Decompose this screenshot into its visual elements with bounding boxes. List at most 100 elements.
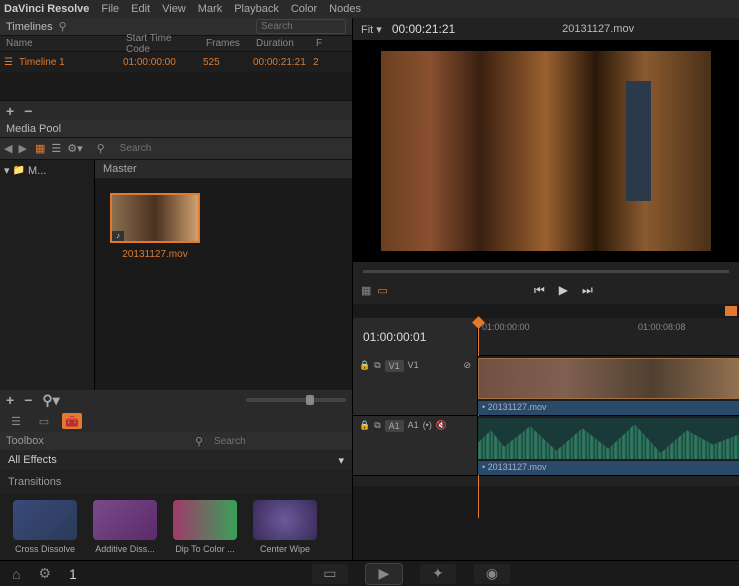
menu-color[interactable]: Color [291,3,317,15]
video-track-header[interactable]: 🔒 ⧉ V1 V1 ⊘ [353,356,478,415]
col-frames[interactable]: Frames [200,38,250,49]
timelines-columns: Name Start Time Code Frames Duration F [0,36,352,52]
menu-nodes[interactable]: Nodes [329,3,361,15]
timeline-area: 01:00:00:01 01:00:00:00 01:00:08:08 🔒 ⧉ … [353,318,739,560]
viewer-scrubber[interactable] [353,262,739,276]
nav-forward-icon[interactable]: ▶ [18,142,26,155]
track-badge[interactable]: V1 [385,360,404,372]
audio-clip[interactable] [478,418,739,459]
zoom-slider[interactable] [246,398,346,402]
timeline-icon: ☰ [4,57,13,68]
film-icon[interactable]: ▭ [377,284,387,297]
next-clip-button[interactable]: ⏭ [582,283,593,298]
search-icon: ⚲ [59,20,67,33]
transitions-grid: Cross Dissolve Additive Diss... Dip To C… [0,494,352,560]
mediapool-toolbar: ◀ ▶ ▦ ☰ ⚙▾ ⚲ [0,138,352,160]
timeline-zoom-bar[interactable] [353,304,739,318]
transition-item[interactable]: Center Wipe [250,500,320,554]
mute-icon[interactable]: 🔇 [436,420,447,431]
track-label: V1 [408,360,419,370]
toolbox-tab-icon[interactable]: 🧰 [62,413,82,429]
viewer-header: Fit ▾ 00:00:21:21 20131127.mov [353,18,739,40]
mediapool-search-input[interactable] [116,141,348,156]
ruler-tick: 01:00:08:08 [638,322,686,332]
toolbox-header: Toolbox ⚲ [0,432,352,450]
menu-mark[interactable]: Mark [198,3,222,15]
transition-label: Additive Diss... [90,544,160,554]
edit-page-button[interactable]: ▶ [366,564,402,584]
disable-icon[interactable]: ⊘ [463,360,471,371]
menu-view[interactable]: View [162,3,186,15]
video-track: 🔒 ⧉ V1 V1 ⊘ • 20131127.mov [353,356,739,416]
timeline-ruler[interactable]: 01:00:00:00 01:00:08:08 [478,318,739,356]
page-number: 1 [69,566,77,582]
zoom-handle[interactable] [725,306,737,316]
thumbnail-view-icon[interactable]: ▦ [35,142,45,155]
lock-icon[interactable]: 🔒 [359,360,370,371]
mediapool-title: Media Pool [6,123,61,135]
fit-dropdown[interactable]: Fit ▾ [361,23,382,36]
bin-master[interactable]: ▾ 📁 M... [4,164,90,177]
mediapool-footer: + − ⚲▾ [0,390,352,410]
mediapool-header: Media Pool [0,120,352,138]
home-icon[interactable]: ⌂ [12,566,20,582]
col-duration[interactable]: Duration [250,38,310,49]
play-button[interactable]: ▶ [559,283,568,298]
col-name[interactable]: Name [0,38,120,49]
effects-filter-dropdown[interactable]: All Effects ▾ [0,450,352,470]
grid-icon[interactable]: ▦ [361,284,371,297]
add-timeline-button[interactable]: + [6,103,14,119]
viewer-timecode: 00:00:21:21 [392,22,455,36]
transition-thumb [253,500,317,540]
bin-label: M... [28,165,46,177]
transition-thumb [173,500,237,540]
bin-breadcrumb: Master [95,160,352,178]
options-icon[interactable]: ⚙▾ [67,142,82,155]
timeline-scrollbar[interactable] [353,476,739,486]
timelines-toolbar: + − [0,100,352,120]
list-tab-icon[interactable]: ☰ [6,413,26,429]
menu-file[interactable]: File [101,3,119,15]
video-tab-icon[interactable]: ▭ [34,413,54,429]
chevron-down-icon: ▾ [4,164,10,177]
prev-clip-button[interactable]: ⏮ [534,283,545,298]
search-bin-button[interactable]: ⚲▾ [42,392,59,409]
timeline-start: 01:00:00:00 [117,57,197,68]
transition-item[interactable]: Additive Diss... [90,500,160,554]
audio-track-lane[interactable]: • 20131127.mov [478,416,739,475]
timeline-row[interactable]: ☰ Timeline 1 01:00:00:00 525 00:00:21:21… [0,52,352,72]
settings-icon[interactable]: ⚙ [38,565,51,582]
transition-item[interactable]: Cross Dissolve [10,500,80,554]
video-track-lane[interactable]: • 20131127.mov [478,356,739,415]
menu-playback[interactable]: Playback [234,3,279,15]
video-clip[interactable] [478,358,739,399]
timeline-duration: 00:00:21:21 [247,57,307,68]
add-bin-button[interactable]: + [6,392,14,408]
audio-track-header[interactable]: 🔒 ⧉ A1 A1 (•) 🔇 [353,416,478,475]
menu-edit[interactable]: Edit [131,3,150,15]
link-icon[interactable]: ⧉ [374,420,380,431]
list-view-icon[interactable]: ☰ [51,142,61,155]
transition-item[interactable]: Dip To Color ... [170,500,240,554]
viewer-canvas[interactable] [353,40,739,262]
link-icon[interactable]: ⧉ [374,360,380,371]
lock-icon[interactable]: 🔒 [359,420,370,431]
solo-icon[interactable]: (•) [423,420,432,430]
transition-thumb [13,500,77,540]
col-extra[interactable]: F [310,38,328,49]
media-page-button[interactable]: ▭ [312,564,348,584]
color-page-button[interactable]: ✦ [420,564,456,584]
remove-timeline-button[interactable]: − [24,103,32,119]
transitions-section-label: Transitions [0,470,352,494]
transport-bar: ▦ ▭ ⏮ ▶ ⏭ [353,276,739,304]
timelines-search-input[interactable] [256,19,346,34]
deliver-page-button[interactable]: ◉ [474,564,510,584]
track-badge[interactable]: A1 [385,420,404,432]
nav-back-icon[interactable]: ◀ [4,142,12,155]
filter-label: All Effects [8,454,57,466]
remove-bin-button[interactable]: − [24,392,32,408]
timeline-position-tc[interactable]: 01:00:00:01 [353,318,478,356]
transition-label: Dip To Color ... [170,544,240,554]
clip-thumbnail[interactable]: ♪ 20131127.mov [110,193,200,260]
toolbox-search-input[interactable] [214,436,346,447]
